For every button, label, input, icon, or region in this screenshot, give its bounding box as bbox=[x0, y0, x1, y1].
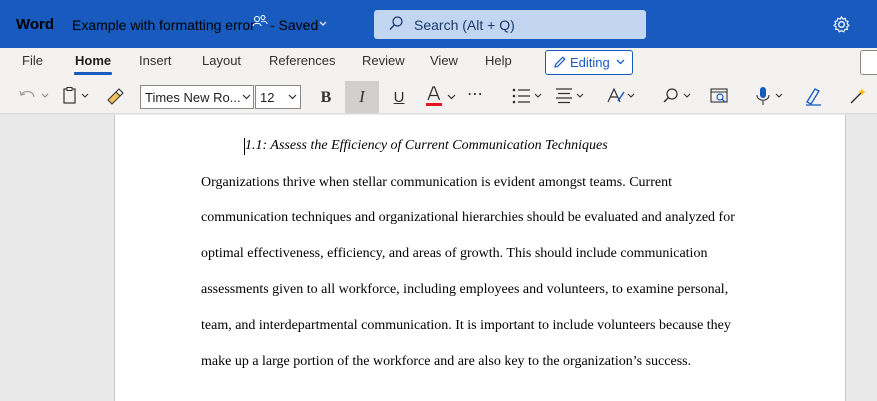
search-icon bbox=[389, 16, 403, 30]
comments-button[interactable] bbox=[860, 50, 877, 75]
view-icon[interactable] bbox=[709, 86, 731, 106]
paragraph-line[interactable]: assessments given to all workforce, incl… bbox=[201, 282, 728, 298]
chevron-down-icon bbox=[242, 94, 251, 100]
tab-references[interactable]: References bbox=[269, 53, 335, 68]
tab-insert[interactable]: Insert bbox=[139, 53, 172, 68]
editing-label: Editing bbox=[570, 55, 610, 70]
coauthor-icon[interactable] bbox=[252, 14, 268, 30]
undo-icon[interactable] bbox=[17, 87, 51, 105]
app-name[interactable]: Word bbox=[16, 16, 54, 33]
search-placeholder: Search (Alt + Q) bbox=[414, 17, 515, 33]
bullets-icon[interactable] bbox=[510, 86, 546, 106]
editor-icon[interactable] bbox=[803, 85, 825, 107]
tab-review[interactable]: Review bbox=[362, 53, 405, 68]
italic-button[interactable]: I bbox=[345, 81, 379, 113]
chevron-down-icon bbox=[616, 59, 625, 65]
font-name-value: Times New Ro... bbox=[145, 90, 241, 105]
active-tab-indicator bbox=[74, 72, 112, 75]
bold-button[interactable]: B bbox=[313, 85, 339, 110]
paragraph-line[interactable]: team, and interdepartmental communicatio… bbox=[201, 318, 731, 334]
find-icon[interactable] bbox=[661, 86, 697, 106]
font-color-button[interactable] bbox=[423, 84, 445, 109]
paragraph-line[interactable]: optimal effectiveness, efficiency, and a… bbox=[201, 246, 707, 262]
font-size-value: 12 bbox=[260, 90, 275, 105]
chevron-down-icon bbox=[288, 94, 297, 100]
pencil-icon bbox=[554, 56, 566, 68]
tab-home[interactable]: Home bbox=[75, 53, 111, 68]
tab-view[interactable]: View bbox=[430, 53, 458, 68]
save-status[interactable]: - Saved bbox=[270, 17, 318, 33]
tab-file[interactable]: File bbox=[22, 53, 43, 68]
paragraph-line[interactable]: communication techniques and organizatio… bbox=[201, 210, 735, 226]
gear-icon[interactable] bbox=[832, 15, 851, 34]
paragraph-line[interactable]: make up a large portion of the workforce… bbox=[201, 354, 691, 370]
document-title[interactable]: Example with formatting error bbox=[72, 17, 255, 33]
clipboard-icon[interactable] bbox=[62, 86, 94, 106]
more-options-button[interactable]: ⋯ bbox=[467, 84, 487, 104]
tab-help[interactable]: Help bbox=[485, 53, 512, 68]
chevron-down-icon[interactable] bbox=[318, 17, 328, 31]
tab-layout[interactable]: Layout bbox=[202, 53, 241, 68]
chevron-down-icon[interactable] bbox=[446, 91, 457, 102]
dictate-icon[interactable] bbox=[754, 85, 788, 107]
document-heading[interactable]: 1.1: Assess the Efficiency of Current Co… bbox=[245, 138, 608, 154]
underline-button[interactable]: U bbox=[386, 85, 412, 110]
paragraph-line[interactable]: Organizations thrive when stellar commun… bbox=[201, 175, 672, 191]
format-painter-icon[interactable] bbox=[104, 86, 126, 106]
align-icon[interactable] bbox=[554, 86, 590, 106]
designer-icon[interactable] bbox=[847, 85, 869, 107]
styles-icon[interactable] bbox=[605, 86, 639, 106]
